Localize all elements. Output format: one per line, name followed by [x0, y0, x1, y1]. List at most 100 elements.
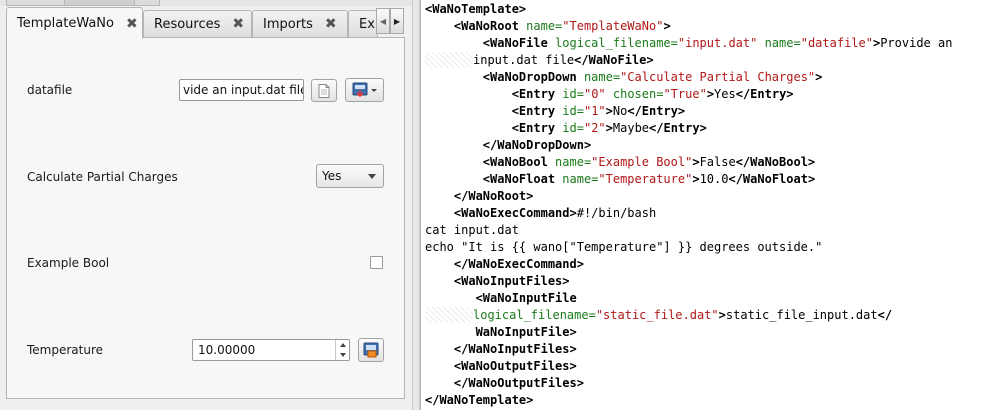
chevron-down-icon: [368, 174, 376, 179]
code-token: <WaNoDropDown: [425, 70, 584, 84]
code-token: </WaNoExecCommand>: [425, 257, 584, 271]
datafile-input[interactable]: vide an input.dat file: [179, 79, 304, 101]
code-line: <Entry id="0" chosen="True">Yes</Entry>: [425, 86, 952, 103]
wano-form-panel: datafile vide an input.dat file Calculat…: [6, 37, 405, 399]
code-token: <WaNoExecCommand>: [425, 206, 577, 220]
code-token: Maybe: [612, 121, 650, 135]
code-token: <WaNoFloat: [425, 172, 563, 186]
code-token: 10.0: [699, 172, 729, 186]
code-token: WaNoInputFile>: [425, 325, 577, 339]
code-token: id=: [562, 87, 584, 101]
code-token: <Entry: [425, 121, 563, 135]
code-lines: <WaNoTemplate> <WaNoRoot name="TemplateW…: [425, 1, 952, 409]
code-line: WaNoInputFile>: [425, 324, 952, 341]
tab-label: TemplateWaNo: [17, 16, 114, 31]
tab-imports[interactable]: Imports ✖: [252, 10, 348, 37]
code-token: </WaNoTemplate>: [425, 393, 534, 407]
partial-charges-dropdown[interactable]: Yes: [316, 164, 384, 188]
increment-icon[interactable]: [339, 343, 346, 347]
tab-templatewano[interactable]: TemplateWaNo ✖: [6, 7, 143, 39]
code-token: "2": [583, 121, 606, 135]
code-token: </Entry>: [627, 104, 686, 118]
code-token: "True": [663, 87, 707, 101]
code-line: </WaNoInputFiles>: [425, 341, 952, 358]
code-token: </Entry>: [735, 87, 794, 101]
variable-import-button[interactable]: [358, 338, 384, 362]
code-line: echo "It is {{ wano["Temperature"] }} de…: [425, 239, 952, 256]
code-token: <WaNoInputFiles>: [425, 274, 570, 288]
splitter-handle[interactable]: [412, 0, 420, 410]
code-token: >: [815, 70, 823, 84]
wrap-indent-marker: [425, 307, 473, 323]
code-token: False: [699, 155, 736, 169]
temperature-label: Temperature: [27, 343, 104, 357]
code-token: >: [605, 104, 613, 118]
code-token: name=: [562, 172, 599, 186]
code-token: static_file_input.dat: [725, 308, 878, 322]
code-line: </WaNoExecCommand>: [425, 256, 952, 273]
code-token: </WaNoDropDown>: [425, 138, 592, 152]
code-line: </WaNoOutputFiles>: [425, 375, 952, 392]
close-icon[interactable]: ✖: [232, 16, 244, 32]
code-token: >: [718, 308, 726, 322]
code-token: logical_filename=: [555, 36, 678, 50]
code-line: </WaNoRoot>: [425, 188, 952, 205]
example-bool-label: Example Bool: [27, 256, 110, 270]
code-token: <Entry: [425, 104, 563, 118]
close-icon[interactable]: ✖: [126, 16, 138, 32]
tab-bar: TemplateWaNo ✖ Resources ✖ Imports ✖ Ex …: [4, 6, 406, 39]
xml-code-editor[interactable]: <WaNoTemplate> <WaNoRoot name="TemplateW…: [420, 0, 1003, 410]
code-token: id=: [562, 121, 584, 135]
code-line: <WaNoExecCommand>#!/bin/bash: [425, 205, 952, 222]
code-token: "Example Bool": [591, 155, 693, 169]
temperature-value: 10.00000: [198, 343, 256, 357]
code-token: "datafile": [800, 36, 873, 50]
import-button[interactable]: [345, 78, 384, 102]
code-token: chosen=: [605, 87, 664, 101]
code-token: id=: [562, 104, 584, 118]
code-token: <WaNoBool: [425, 155, 556, 169]
chevron-right-icon[interactable]: ▶: [390, 8, 404, 34]
import-variable-icon: [363, 342, 379, 358]
import-menu-icon: [352, 82, 377, 98]
temperature-spinbox[interactable]: 10.00000: [192, 339, 350, 361]
code-line: </WaNoDropDown>: [425, 137, 952, 154]
code-token: <WaNoFile: [425, 36, 556, 50]
code-token: </Entry>: [649, 121, 707, 135]
code-line: <WaNoInputFile: [425, 290, 952, 307]
datafile-label: datafile: [27, 83, 73, 97]
code-token: </WaNoRoot>: [425, 189, 534, 203]
code-token: "0": [583, 87, 606, 101]
chevron-left-icon[interactable]: ◀: [376, 8, 390, 34]
code-line: <WaNoRoot name="TemplateWaNo">: [425, 18, 952, 35]
code-token: <WaNoRoot: [425, 19, 527, 33]
code-token: "Calculate Partial Charges": [620, 70, 816, 84]
code-token: </WaNoFloat>: [728, 172, 816, 186]
code-token: logical_filename=: [473, 308, 596, 322]
code-line: <WaNoDropDown name="Calculate Partial Ch…: [425, 69, 952, 86]
code-token: </WaNoInputFiles>: [425, 342, 577, 356]
code-token: #!/bin/bash: [576, 206, 657, 220]
decrement-icon[interactable]: [339, 353, 346, 357]
code-line: input.dat file</WaNoFile>: [425, 52, 952, 69]
wrap-indent-marker: [425, 52, 473, 68]
code-line: <Entry id="1">No</Entry>: [425, 103, 952, 120]
tab-scroll-buttons: ◀ ▶: [376, 8, 406, 36]
code-token: >: [692, 155, 700, 169]
code-line: <WaNoFile logical_filename="input.dat" n…: [425, 35, 953, 52]
open-file-button[interactable]: [311, 79, 337, 102]
tab-ex[interactable]: Ex: [348, 10, 378, 37]
example-bool-checkbox[interactable]: [370, 256, 383, 269]
tab-resources[interactable]: Resources ✖: [143, 10, 252, 37]
code-token: </WaNoFile>: [574, 53, 654, 67]
code-token: </WaNoBool>: [735, 155, 816, 169]
close-icon[interactable]: ✖: [325, 16, 337, 32]
partial-charges-label: Calculate Partial Charges: [27, 170, 178, 184]
code-token: name=: [757, 36, 801, 50]
code-token: "input.dat": [677, 36, 758, 50]
spin-arrows[interactable]: [335, 340, 349, 360]
code-token: "static_file.dat": [595, 308, 719, 322]
code-token: "1": [583, 104, 606, 118]
code-token: >: [605, 121, 613, 135]
code-token: name=: [555, 155, 592, 169]
